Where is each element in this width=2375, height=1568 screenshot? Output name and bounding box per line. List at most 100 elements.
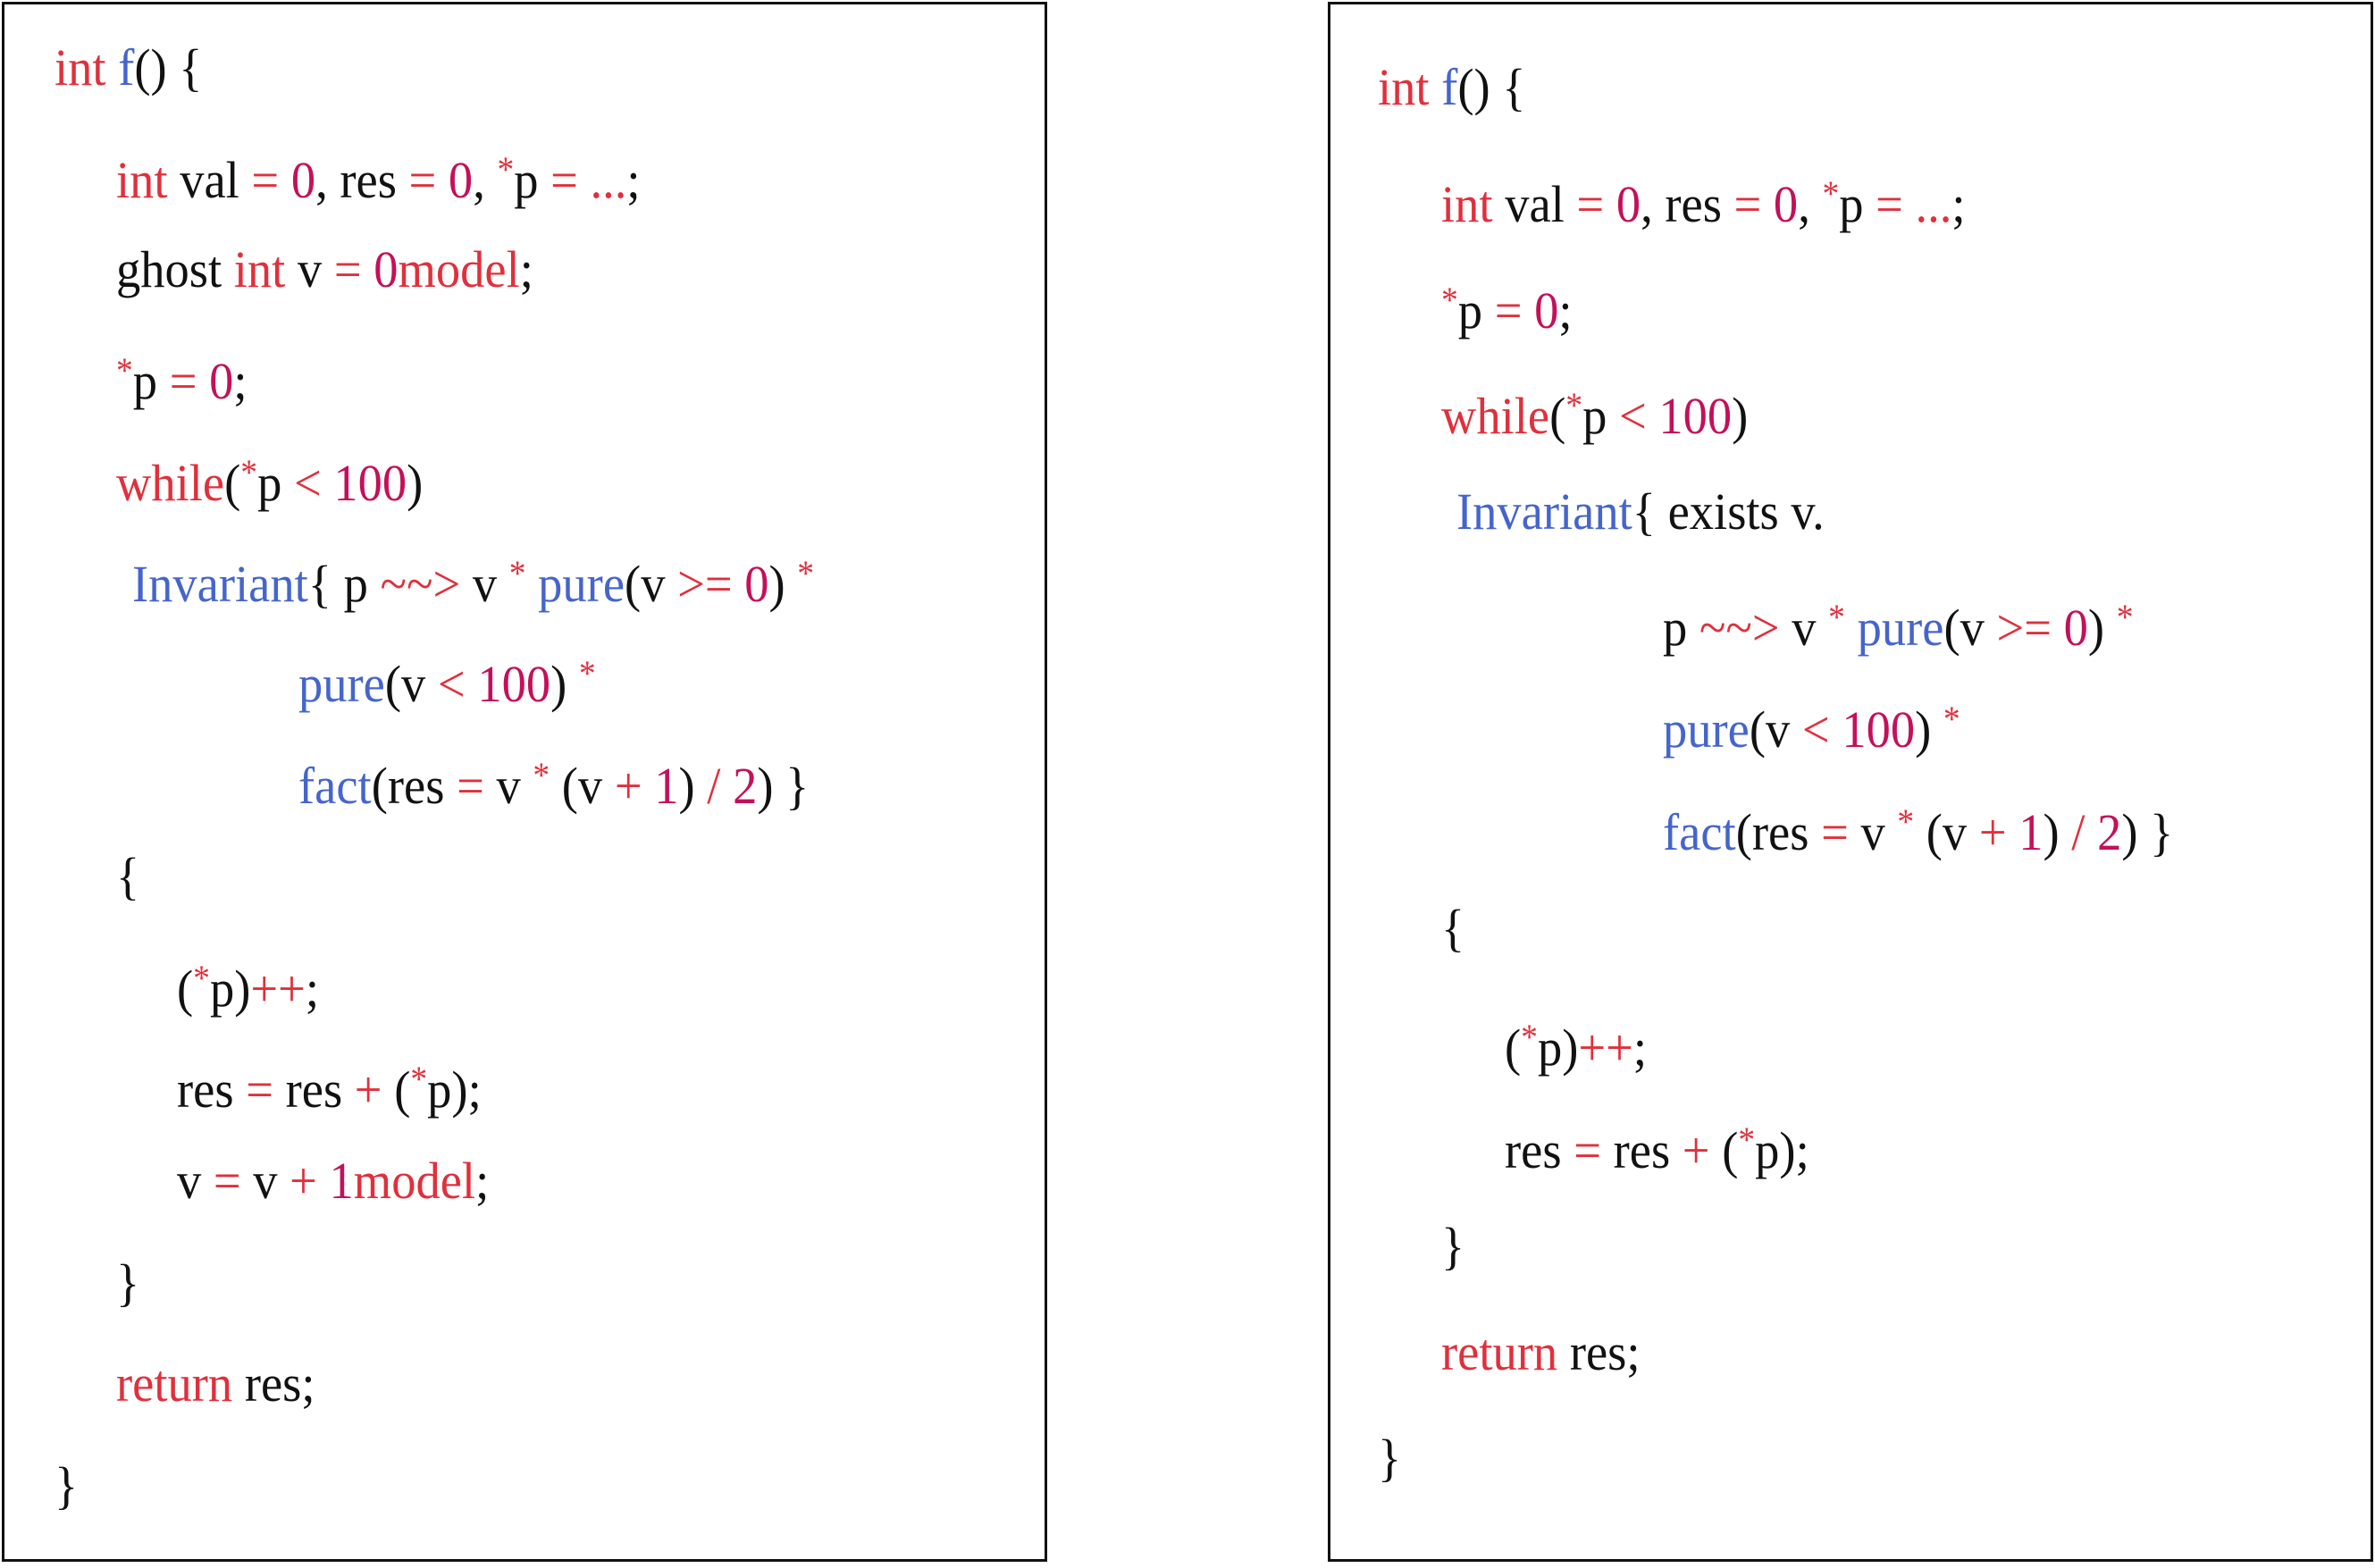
code-token: * bbox=[193, 958, 210, 998]
code-token: v bbox=[285, 240, 334, 298]
code-token: 0 bbox=[1773, 175, 1799, 233]
code-token: int bbox=[233, 240, 286, 298]
code-line: pure(v < 100) * bbox=[1663, 688, 1960, 761]
code-token: val bbox=[167, 151, 252, 209]
code-token: ( bbox=[1549, 387, 1566, 445]
code-token: pure bbox=[538, 555, 625, 613]
code-token: = bbox=[333, 240, 362, 298]
code-token: ; bbox=[519, 240, 533, 298]
code-token: f bbox=[118, 38, 135, 96]
code-token: = bbox=[1576, 175, 1605, 233]
code-token: 2 bbox=[733, 757, 758, 815]
code-token: , bbox=[473, 151, 498, 209]
code-token: 0 bbox=[2063, 599, 2088, 657]
code-token: , bbox=[1798, 175, 1823, 233]
code-line: fact(res = v * (v + 1) / 2) } bbox=[298, 744, 809, 818]
code-token: { bbox=[1441, 899, 1465, 957]
code-token: / bbox=[2071, 803, 2085, 861]
code-token: * bbox=[533, 755, 550, 795]
code-token: return bbox=[1441, 1323, 1558, 1381]
code-token: 0 bbox=[744, 555, 769, 613]
right-code-listing: int f() { int val = 0, res = 0, *p = ...;… bbox=[1328, 2, 2373, 1562]
code-token: ) bbox=[1732, 387, 1749, 445]
code-token: ( bbox=[1709, 1121, 1739, 1179]
code-token: + bbox=[1978, 803, 2007, 861]
code-token: p bbox=[1582, 387, 1619, 445]
code-token: * bbox=[497, 149, 515, 189]
code-line: } bbox=[116, 1252, 139, 1314]
code-token: (v bbox=[1943, 599, 1997, 657]
code-token: v bbox=[240, 1152, 290, 1210]
code-token: v bbox=[483, 757, 533, 815]
code-token: ; bbox=[626, 151, 641, 209]
code-token: < bbox=[1618, 387, 1647, 445]
code-line: res = res + (*p); bbox=[1505, 1109, 1809, 1182]
code-token: (v bbox=[1749, 700, 1802, 759]
code-line: *p = 0; bbox=[1441, 269, 1572, 342]
code-token: = ... bbox=[550, 151, 627, 209]
code-token: ) bbox=[768, 555, 798, 613]
code-token: { p bbox=[307, 555, 381, 613]
code-token: 0 bbox=[1534, 281, 1559, 340]
code-token: = bbox=[1733, 175, 1762, 233]
code-token: < bbox=[293, 454, 322, 512]
code-token: = bbox=[1821, 803, 1849, 861]
code-token: { exists v. bbox=[1632, 482, 1825, 541]
code-token: 0 bbox=[209, 352, 234, 410]
code-token: ) bbox=[2043, 803, 2072, 861]
code-line: { bbox=[1441, 897, 1464, 960]
code-token: * bbox=[1565, 385, 1583, 425]
code-line: while(*p < 100) bbox=[116, 441, 423, 515]
code-token: pure bbox=[1663, 700, 1750, 759]
code-line: int val = 0, res = 0, *p = ...; bbox=[1441, 163, 1966, 236]
code-token: * bbox=[1943, 699, 1960, 739]
code-line: v = v + 1model; bbox=[177, 1150, 489, 1212]
code-token: val bbox=[1492, 175, 1577, 233]
code-token: ) } bbox=[2121, 803, 2174, 861]
code-token: res; bbox=[1557, 1323, 1641, 1381]
code-token: = bbox=[1574, 1121, 1601, 1179]
code-token: res bbox=[177, 1061, 247, 1119]
code-token: (res bbox=[1735, 803, 1822, 861]
code-token: () { bbox=[134, 38, 203, 96]
code-token: pure bbox=[1857, 599, 1944, 657]
code-token: 100 bbox=[333, 454, 407, 512]
code-token: * bbox=[116, 350, 133, 390]
code-token: 100 bbox=[477, 655, 551, 713]
code-token: * bbox=[1822, 173, 1840, 214]
code-token: int bbox=[1378, 58, 1442, 116]
code-token: + bbox=[614, 757, 642, 815]
code-line: } bbox=[55, 1455, 78, 1517]
code-token: = bbox=[251, 151, 280, 209]
code-token: ) bbox=[407, 454, 424, 512]
code-token: , res bbox=[315, 151, 409, 209]
code-token: } bbox=[1378, 1429, 1402, 1487]
code-line: (*p)++; bbox=[1505, 1006, 1647, 1079]
code-line: int f() { bbox=[1378, 56, 1525, 119]
code-token: 0 bbox=[448, 151, 474, 209]
code-token: = bbox=[213, 1152, 241, 1210]
code-token: model bbox=[398, 240, 520, 298]
code-token: + bbox=[354, 1061, 382, 1119]
code-token: >= bbox=[1996, 599, 2052, 657]
code-token: < bbox=[1801, 700, 1830, 759]
code-token: 1 bbox=[2018, 803, 2044, 861]
code-token: * bbox=[1441, 280, 1458, 320]
code-token: } bbox=[55, 1456, 79, 1514]
code-token: p bbox=[514, 151, 551, 209]
code-token: ( bbox=[224, 454, 241, 512]
code-token: p); bbox=[427, 1061, 482, 1119]
code-line: int val = 0, res = 0, *p = ...; bbox=[116, 138, 641, 212]
code-token: ) bbox=[550, 655, 579, 713]
code-token: p bbox=[1663, 599, 1699, 657]
code-token: >= bbox=[677, 555, 733, 613]
code-token: * bbox=[578, 653, 596, 693]
code-token: (v bbox=[1914, 803, 1979, 861]
code-line: return res; bbox=[116, 1353, 315, 1415]
code-token: ; bbox=[1632, 1019, 1648, 1077]
code-token: = bbox=[457, 757, 484, 815]
